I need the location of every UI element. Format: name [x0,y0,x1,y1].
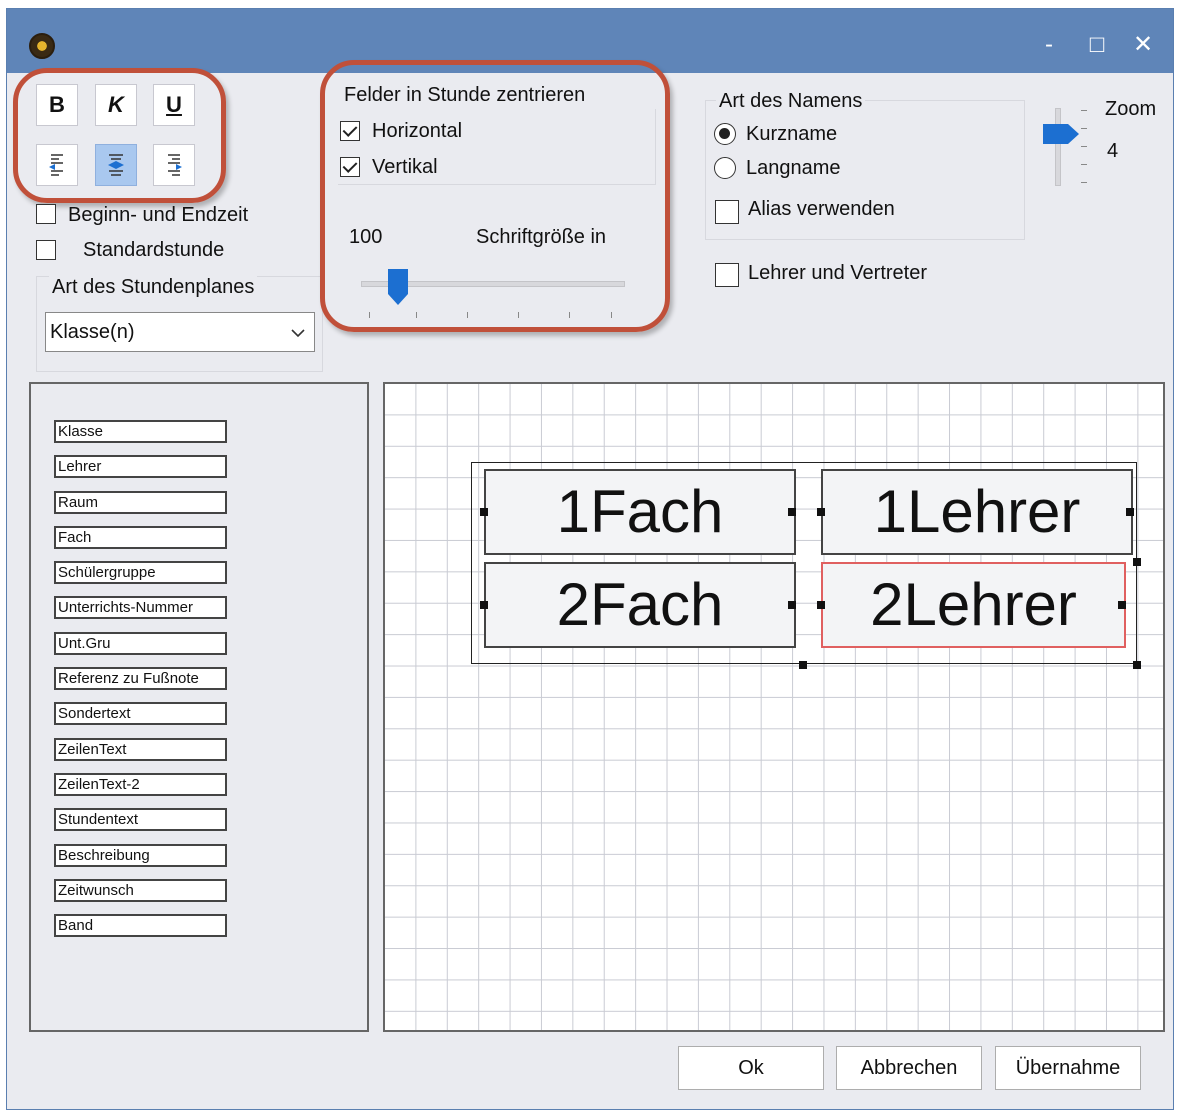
dialog-client: B K U Beginn- und Endzeit Standardstunde… [13,60,1177,1112]
zoom-slider-track[interactable] [1055,108,1061,186]
resize-handle[interactable] [480,601,488,609]
field-item[interactable]: Fach [54,526,227,549]
field-item[interactable]: ZeilenText-2 [54,773,227,796]
field-item[interactable]: Zeitwunsch [54,879,227,902]
long-name-label: Langname [746,157,841,179]
resize-handle[interactable] [788,601,796,609]
resize-handle[interactable] [817,601,825,609]
resize-handle[interactable] [1133,558,1141,566]
minimize-button[interactable]: - [1027,27,1071,63]
begin-end-time-label: Beginn- und Endzeit [68,204,249,226]
zoom-slider-ticks [1081,110,1089,184]
alias-checkbox[interactable] [715,200,739,224]
clock-app-icon [29,33,55,59]
field-item[interactable]: Beschreibung [54,844,227,867]
ok-button[interactable]: Ok [678,1046,824,1090]
preview-cell[interactable]: 1Lehrer [821,469,1133,555]
resize-handle[interactable] [1118,601,1126,609]
cancel-button[interactable]: Abbrechen [836,1046,982,1090]
close-button[interactable]: ✕ [1121,27,1165,63]
field-item[interactable]: Band [54,914,227,937]
field-item[interactable]: ZeilenText [54,738,227,761]
field-list-panel: Klasse Lehrer Raum Fach Schülergruppe Un… [29,382,369,1032]
zoom-label: Zoom [1105,98,1157,120]
field-item[interactable]: Unt.Gru [54,632,227,655]
short-name-label: Kurzname [746,123,838,145]
highlight-ring-center [320,60,670,332]
zoom-value: 4 [1107,140,1119,162]
field-item[interactable]: Referenz zu Fußnote [54,667,227,690]
highlight-ring-format [13,68,226,203]
resize-handle[interactable] [799,661,807,669]
plan-type-value: Klasse(n) [50,321,135,343]
preview-cell[interactable]: 2Fach [484,562,796,648]
field-item[interactable]: Klasse [54,420,227,443]
short-name-radio[interactable] [714,123,736,145]
standard-hour-label: Standardstunde [83,239,225,261]
apply-button[interactable]: Übernahme [995,1046,1141,1090]
teacher-substitute-label: Lehrer und Vertreter [748,262,927,284]
begin-end-time-checkbox[interactable] [36,204,56,224]
maximize-button[interactable]: □ [1075,27,1119,63]
resize-handle[interactable] [1133,661,1141,669]
resize-handle[interactable] [817,508,825,516]
standard-hour-checkbox[interactable] [36,240,56,260]
resize-handle[interactable] [1126,508,1134,516]
chevron-down-icon [291,329,305,338]
field-item[interactable]: Lehrer [54,455,227,478]
field-item[interactable]: Unterrichts-Nummer [54,596,227,619]
field-item[interactable]: Raum [54,491,227,514]
preview-cell[interactable]: 1Fach [484,469,796,555]
field-item[interactable]: Stundentext [54,808,227,831]
teacher-substitute-checkbox[interactable] [715,263,739,287]
plan-type-label: Art des Stundenplanes [49,276,258,299]
field-item[interactable]: Sondertext [54,702,227,725]
name-type-title: Art des Namens [716,90,866,113]
resize-handle[interactable] [788,508,796,516]
layout-preview-canvas[interactable]: 1Fach 1Lehrer 2Fach 2Lehrer [383,382,1165,1032]
long-name-radio[interactable] [714,157,736,179]
zoom-slider-thumb[interactable] [1042,123,1080,145]
resize-handle[interactable] [480,508,488,516]
field-item[interactable]: Schülergruppe [54,561,227,584]
plan-type-select[interactable]: Klasse(n) [45,312,315,352]
alias-label: Alias verwenden [748,198,895,220]
preview-cell-selected[interactable]: 2Lehrer [821,562,1126,648]
